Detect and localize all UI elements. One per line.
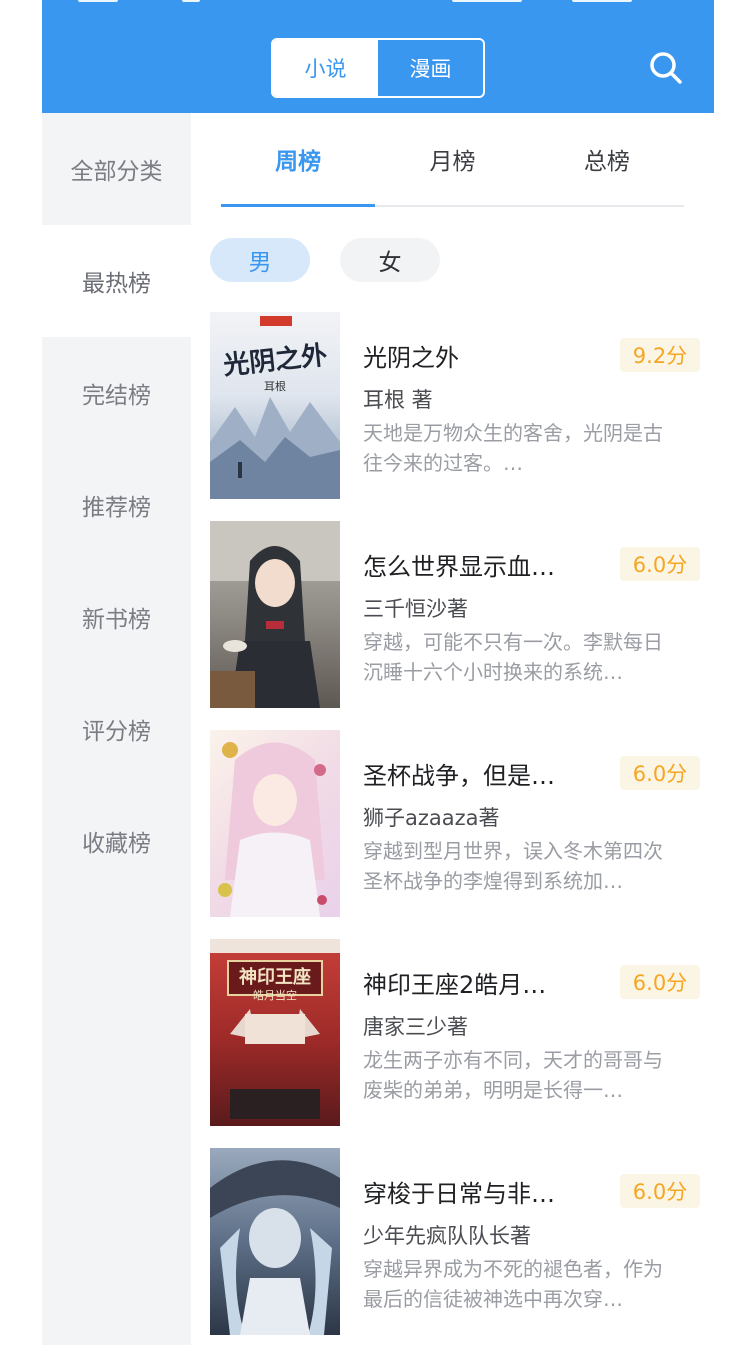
book-score: 9.2分 xyxy=(620,338,700,372)
ranking-content: 周榜 月榜 总榜 男 女 光阴之外 耳根 光阴之外 9.2分 耳根 著 天地是万… xyxy=(191,113,714,1345)
tab-monthly[interactable]: 月榜 xyxy=(375,113,529,205)
book-info: 穿梭于日常与非… 6.0分 少年先疯队队长著 穿越异界成为不死的褪色者，作为最后… xyxy=(363,1148,700,1335)
book-item[interactable]: 圣杯战争，但是… 6.0分 狮子azaaza著 穿越到型月世界，误入冬木第四次圣… xyxy=(210,730,700,917)
book-item[interactable]: 怎么世界显示血… 6.0分 三千恒沙著 穿越，可能不只有一次。李默每日沉睡十六个… xyxy=(210,521,700,708)
book-info: 圣杯战争，但是… 6.0分 狮子azaaza著 穿越到型月世界，误入冬木第四次圣… xyxy=(363,730,700,917)
gender-filter: 男 女 xyxy=(210,238,440,282)
book-score: 6.0分 xyxy=(620,547,700,581)
book-item[interactable]: 神印王座 皓月当空 神印王座2皓月… 6.0分 唐家三少著 龙生两子亦有不同，天… xyxy=(210,939,700,1126)
book-author: 耳根 著 xyxy=(363,388,433,412)
sidebar-item-hottest[interactable]: 最热榜 xyxy=(42,225,191,337)
book-info: 怎么世界显示血… 6.0分 三千恒沙著 穿越，可能不只有一次。李默每日沉睡十六个… xyxy=(363,521,700,708)
period-tabs: 周榜 月榜 总榜 xyxy=(221,113,684,207)
book-item[interactable]: 光阴之外 耳根 光阴之外 9.2分 耳根 著 天地是万物众生的客舍，光阴是古往今… xyxy=(210,312,700,499)
status-bar xyxy=(42,0,714,4)
book-score: 6.0分 xyxy=(620,756,700,790)
book-score: 6.0分 xyxy=(620,1174,700,1208)
book-info: 神印王座2皓月… 6.0分 唐家三少著 龙生两子亦有不同，天才的哥哥与废柴的弟弟… xyxy=(363,939,700,1126)
top-bar: 小说 漫画 xyxy=(42,0,714,113)
novel-tab[interactable]: 小说 xyxy=(273,40,378,96)
book-description: 穿越异界成为不死的褪色者，作为最后的信徒被神选中再次穿… xyxy=(363,1257,663,1311)
cover-subtitle: 皓月当空 xyxy=(253,989,297,1002)
book-title: 神印王座2皓月… xyxy=(363,971,547,999)
book-description: 龙生两子亦有不同，天才的哥哥与废柴的弟弟，明明是长得一… xyxy=(363,1048,663,1102)
sidebar-item-new-books[interactable]: 新书榜 xyxy=(42,561,191,673)
book-cover xyxy=(210,521,340,708)
book-score: 6.0分 xyxy=(620,965,700,999)
book-author: 唐家三少著 xyxy=(363,1015,468,1039)
content-type-switch: 小说 漫画 xyxy=(271,38,485,98)
book-cover xyxy=(210,730,340,917)
sidebar-item-favorites[interactable]: 收藏榜 xyxy=(42,785,191,897)
book-description: 穿越到型月世界，误入冬木第四次圣杯战争的李煌得到系统加… xyxy=(363,839,663,893)
cover-author: 耳根 xyxy=(264,380,286,393)
male-filter-button[interactable]: 男 xyxy=(210,238,310,282)
app-root: 小说 漫画 全部分类 最热榜 完结榜 推荐榜 新书榜 评分榜 收藏榜 周榜 月榜… xyxy=(42,0,714,1345)
sidebar-item-completed[interactable]: 完结榜 xyxy=(42,337,191,449)
book-item[interactable]: 穿梭于日常与非… 6.0分 少年先疯队队长著 穿越异界成为不死的褪色者，作为最后… xyxy=(210,1148,700,1335)
book-title: 光阴之外 xyxy=(363,344,459,372)
comic-tab[interactable]: 漫画 xyxy=(378,40,483,96)
book-description: 天地是万物众生的客舍，光阴是古往今来的过客。… xyxy=(363,421,663,475)
book-info: 光阴之外 9.2分 耳根 著 天地是万物众生的客舍，光阴是古往今来的过客。… xyxy=(363,312,700,499)
book-title: 怎么世界显示血… xyxy=(363,553,555,581)
book-author: 三千恒沙著 xyxy=(363,597,468,621)
book-description: 穿越，可能不只有一次。李默每日沉睡十六个小时换来的系统… xyxy=(363,630,663,684)
ranking-sidebar: 全部分类 最热榜 完结榜 推荐榜 新书榜 评分榜 收藏榜 xyxy=(42,113,191,1345)
search-icon[interactable] xyxy=(646,48,686,88)
sidebar-item-rating[interactable]: 评分榜 xyxy=(42,673,191,785)
book-cover: 神印王座 皓月当空 xyxy=(210,939,340,1126)
sidebar-item-all-categories[interactable]: 全部分类 xyxy=(42,113,191,225)
cover-title: 神印王座 xyxy=(239,967,311,988)
sidebar-item-recommended[interactable]: 推荐榜 xyxy=(42,449,191,561)
book-title: 穿梭于日常与非… xyxy=(363,1180,555,1208)
tab-weekly[interactable]: 周榜 xyxy=(221,113,376,207)
book-cover xyxy=(210,1148,340,1335)
tab-overall[interactable]: 总榜 xyxy=(530,113,684,205)
book-author: 狮子azaaza著 xyxy=(363,806,500,830)
book-title: 圣杯战争，但是… xyxy=(363,762,555,790)
book-cover: 光阴之外 耳根 xyxy=(210,312,340,499)
book-author: 少年先疯队队长著 xyxy=(363,1224,531,1248)
female-filter-button[interactable]: 女 xyxy=(340,238,440,282)
